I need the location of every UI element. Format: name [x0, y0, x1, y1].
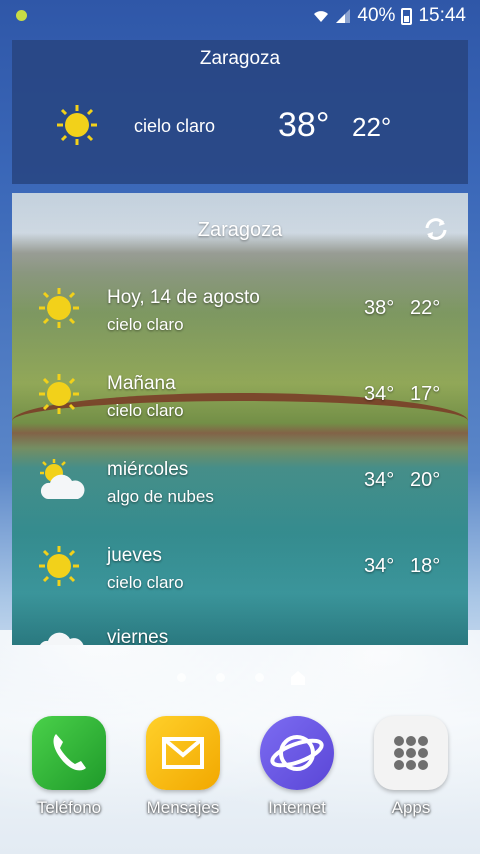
forecast-low: 22° — [410, 297, 441, 319]
status-bar: 40% 15:44 — [0, 0, 480, 32]
forecast-high: 34° — [364, 555, 395, 577]
app-phone[interactable]: Teléfono — [24, 716, 114, 818]
forecast-condition: cielo claro — [107, 401, 184, 420]
app-internet[interactable]: Internet — [252, 716, 342, 818]
partly-cloudy-icon — [40, 459, 85, 499]
refresh-icon[interactable] — [422, 215, 450, 243]
forecast-low: 18° — [410, 555, 441, 577]
forecast-row: miércoles algo de nubes 34° 20° — [12, 459, 468, 539]
page-dot[interactable] — [255, 673, 264, 682]
forecast-day: jueves — [107, 545, 162, 566]
forecast-condition: algo de nubes — [107, 487, 214, 506]
sun-icon — [57, 105, 97, 145]
forecast-city: Zaragoza — [197, 219, 283, 241]
phone-icon[interactable] — [32, 716, 106, 790]
forecast-high: 38° — [364, 297, 395, 319]
weather-low-temp: 22° — [352, 112, 392, 142]
notification-dot-icon — [16, 10, 27, 21]
app-messages[interactable]: Mensajes — [138, 716, 228, 818]
clock: 15:44 — [418, 5, 466, 26]
forecast-day: Hoy, 14 de agosto — [107, 287, 260, 308]
weather-city: Zaragoza — [199, 48, 281, 69]
sun-icon — [39, 374, 79, 414]
forecast-low: 20° — [410, 469, 441, 491]
battery-icon — [401, 7, 413, 25]
envelope-icon[interactable] — [146, 716, 220, 790]
weather-high-temp: 38° — [278, 106, 330, 144]
forecast-row: Mañana cielo claro 34° 17° — [12, 373, 468, 453]
page-indicator — [0, 668, 480, 688]
weather-widget-forecast[interactable]: Zaragoza Hoy, 14 de agosto cielo claro 3… — [12, 193, 468, 645]
forecast-day: Mañana — [107, 373, 176, 394]
forecast-row: jueves cielo claro 34° 18° — [12, 545, 468, 625]
forecast-row: Hoy, 14 de agosto cielo claro 38° 22° — [12, 287, 468, 367]
app-dock: Teléfono Mensajes Internet Apps — [0, 716, 480, 826]
wifi-icon — [314, 11, 329, 22]
signal-icon — [336, 9, 351, 23]
page-dot[interactable] — [216, 673, 225, 682]
forecast-day: miércoles — [107, 459, 189, 480]
apps-grid-icon[interactable] — [374, 716, 448, 790]
forecast-high: 34° — [364, 383, 395, 405]
app-label: Internet — [268, 798, 326, 817]
forecast-high: 34° — [364, 469, 395, 491]
forecast-low: 17° — [410, 383, 441, 405]
battery-percent: 40% — [357, 5, 396, 26]
app-label: Apps — [391, 798, 431, 817]
sun-icon — [39, 288, 79, 328]
sun-icon — [39, 546, 79, 586]
home-page-icon[interactable] — [290, 670, 306, 686]
app-label: Teléfono — [36, 798, 102, 817]
forecast-day: viernes — [107, 627, 169, 645]
page-dot[interactable] — [177, 673, 186, 682]
weather-condition: cielo claro — [134, 116, 216, 136]
app-label: Mensajes — [146, 798, 220, 817]
app-apps[interactable]: Apps — [366, 716, 456, 818]
weather-widget-current[interactable]: Zaragoza cielo claro 38° 22° — [12, 40, 468, 184]
cloud-icon — [40, 632, 84, 645]
forecast-row: viernes — [12, 627, 468, 645]
forecast-condition: cielo claro — [107, 573, 184, 592]
internet-icon[interactable] — [260, 716, 334, 790]
forecast-condition: cielo claro — [107, 315, 184, 334]
